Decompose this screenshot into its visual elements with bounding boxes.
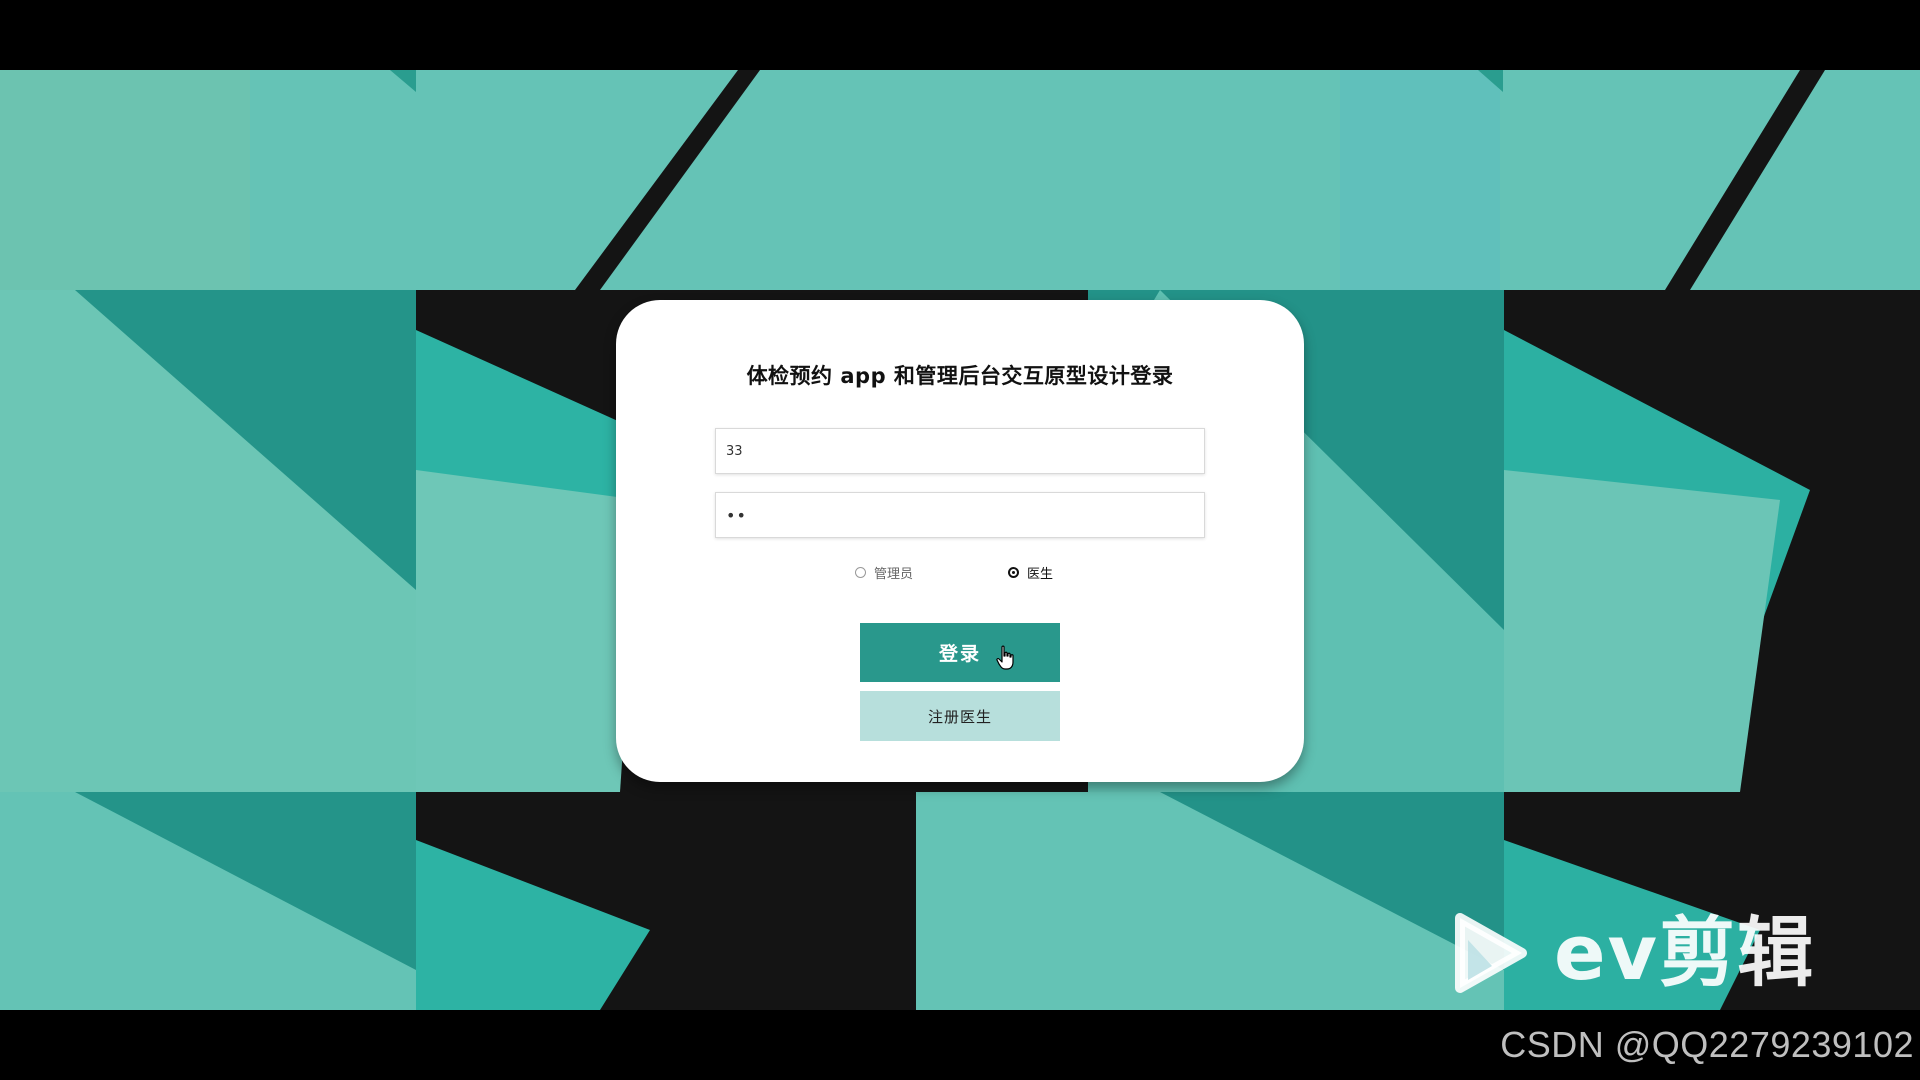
radio-checked-icon[interactable] — [1008, 566, 1019, 578]
login-button[interactable]: 登录 — [860, 623, 1060, 682]
ev-logo-watermark: ev剪辑 — [1452, 908, 1815, 998]
role-radio-doctor[interactable]: 医生 — [1008, 562, 1053, 582]
password-input[interactable] — [715, 492, 1205, 538]
play-triangle-icon — [1455, 913, 1527, 993]
video-frame: 体检预约 app 和管理后台交互原型设计登录 管理员 医生 登录 注册医生 ev — [0, 70, 1920, 1010]
ev-logo-text: ev剪辑 — [1554, 908, 1816, 997]
radio-unchecked-icon[interactable] — [855, 566, 866, 578]
screen: 体检预约 app 和管理后台交互原型设计登录 管理员 医生 登录 注册医生 ev — [0, 0, 1920, 1080]
page-title: 体检预约 app 和管理后台交互原型设计登录 — [746, 364, 1174, 388]
role-label-admin: 管理员 — [874, 566, 914, 582]
csdn-watermark: CSDN @QQ2279239102 — [1500, 1024, 1914, 1065]
hand-pointer-icon — [996, 645, 1014, 670]
register-doctor-button[interactable]: 注册医生 — [860, 691, 1060, 741]
username-input[interactable] — [715, 428, 1205, 474]
role-radio-admin[interactable]: 管理员 — [855, 562, 913, 582]
role-label-doctor: 医生 — [1027, 566, 1054, 582]
login-card: 体检预约 app 和管理后台交互原型设计登录 管理员 医生 登录 注册医生 — [616, 300, 1304, 782]
